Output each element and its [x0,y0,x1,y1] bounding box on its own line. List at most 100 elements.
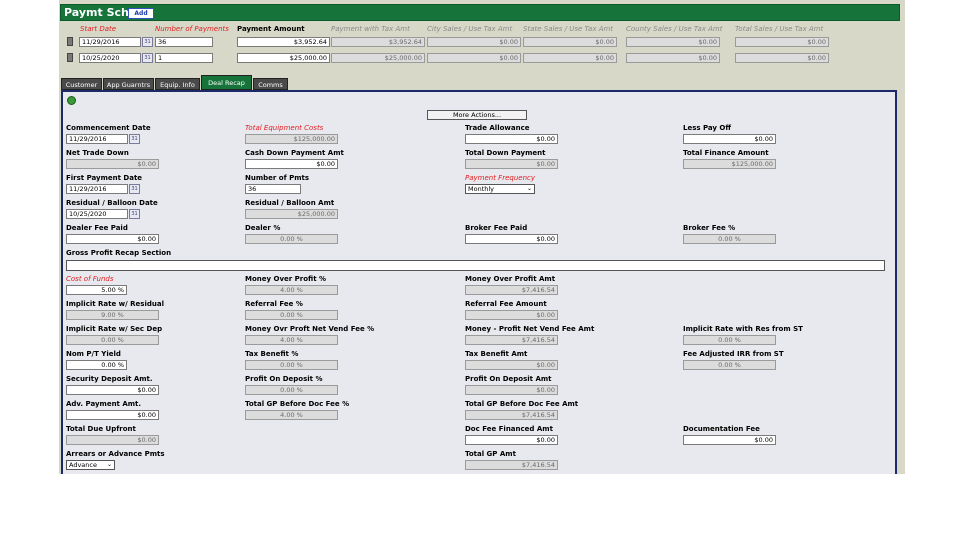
refresh-icon[interactable] [67,96,76,105]
row1-num-payments[interactable]: 36 [155,37,213,47]
col-payment-with-tax: Payment with Tax Amt [331,25,410,33]
trade-allowance-input[interactable]: $0.00 [465,134,558,144]
implicit-rate-residual-value: 9.00 % [66,310,159,320]
documentation-fee-label: Documentation Fee [683,425,760,433]
row1-payment-with-tax: $3,952.64 [331,37,425,47]
col-payment-amount: Payment Amount [237,25,305,33]
nom-pt-yield-label: Nom P/T Yield [66,350,121,358]
residual-date-input[interactable]: 10/25/2020 [66,209,128,219]
row1-total-tax: $0.00 [735,37,829,47]
col-number-of-payments: Number of Payments [155,25,229,33]
cash-down-label: Cash Down Payment Amt [245,149,344,157]
first-payment-date-label: First Payment Date [66,174,143,182]
gross-profit-notes-input[interactable] [66,260,885,271]
fee-adjusted-irr-label: Fee Adjusted IRR from ST [683,350,784,358]
arrears-advance-select[interactable]: Advance ⌄ [66,460,115,470]
money-over-profit-amt-value: $7,416.54 [465,285,558,295]
row1-city-tax: $0.00 [427,37,521,47]
row1-state-tax: $0.00 [523,37,617,47]
tab-equip-info[interactable]: Equip. Info [155,78,200,90]
delete-row-icon[interactable] [67,37,73,46]
row1-start-date[interactable]: 11/29/2016 [79,37,141,47]
calendar-icon[interactable]: 31 [129,184,140,194]
arrears-advance-label: Arrears or Advance Pmts [66,450,165,458]
payment-schedule-title: Paymt Schd [64,6,137,19]
row2-state-tax: $0.00 [523,53,617,63]
calendar-icon[interactable]: 31 [142,37,153,47]
col-state-tax: State Sales / Use Tax Amt [523,25,614,33]
cost-of-funds-label: Cost of Funds [66,275,114,283]
broker-fee-pct-label: Broker Fee % [683,224,736,232]
money-over-profit-pct-label: Money Over Profit % [245,275,327,283]
row2-payment-amount[interactable]: $25,000.00 [237,53,330,63]
col-total-tax: Total Sales / Use Tax Amt [735,25,824,33]
col-start-date: Start Date [80,25,117,33]
payment-frequency-label: Payment Frequency [465,174,536,182]
profit-on-deposit-pct-value: 0.00 % [245,385,338,395]
residual-amt-value: $25,000.00 [245,209,338,219]
row2-start-date[interactable]: 10/25/2020 [79,53,141,63]
calendar-icon[interactable]: 31 [142,53,153,63]
doc-fee-financed-input[interactable]: $0.00 [465,435,558,445]
adv-payment-input[interactable]: $0.00 [66,410,159,420]
row1-county-tax: $0.00 [626,37,720,47]
row1-payment-amount[interactable]: $3,952.64 [237,37,330,47]
implicit-rate-secdep-value: 0.00 % [66,335,159,345]
less-pay-off-input[interactable]: $0.00 [683,134,776,144]
broker-fee-paid-input[interactable]: $0.00 [465,234,558,244]
first-payment-date-input[interactable]: 11/29/2016 [66,184,128,194]
total-finance-value: $125,000.00 [683,159,776,169]
delete-row-icon[interactable] [67,53,73,62]
add-payment-button[interactable]: Add [128,8,154,19]
tab-comms[interactable]: Comms [253,78,288,90]
total-gp-before-amt-value: $7,416.54 [465,410,558,420]
total-gp-amt-label: Total GP Amt [465,450,516,458]
dealer-fee-paid-input[interactable]: $0.00 [66,234,159,244]
referral-fee-pct-value: 0.00 % [245,310,338,320]
implicit-rate-residual-label: Implicit Rate w/ Residual [66,300,164,308]
residual-date-label: Residual / Balloon Date [66,199,158,207]
calendar-icon[interactable]: 31 [129,134,140,144]
money-profit-vend-amt-value: $7,416.54 [465,335,558,345]
more-actions-button[interactable]: More Actions... [427,110,527,120]
cash-down-input[interactable]: $0.00 [245,159,338,169]
cost-of-funds-input[interactable]: 5.00 % [66,285,127,295]
documentation-fee-input[interactable]: $0.00 [683,435,776,445]
money-over-profit-amt-label: Money Over Profit Amt [465,275,556,283]
money-ovr-vend-pct-label: Money Ovr Proft Net Vend Fee % [245,325,375,333]
chevron-down-icon: ⌄ [106,461,112,468]
fee-adjusted-irr-value: 0.00 % [683,360,776,370]
nom-pt-yield-input[interactable]: 0.00 % [66,360,127,370]
doc-fee-financed-label: Doc Fee Financed Amt [465,425,553,433]
number-of-pmts-input[interactable]: 36 [245,184,301,194]
tax-benefit-amt-label: Tax Benefit Amt [465,350,528,358]
row2-city-tax: $0.00 [427,53,521,63]
number-of-pmts-label: Number of Pmts [245,174,310,182]
money-profit-vend-amt-label: Money - Profit Net Vend Fee Amt [465,325,595,333]
col-city-tax: City Sales / Use Tax Amt [427,25,513,33]
broker-fee-pct-value: 0.00 % [683,234,776,244]
arrears-advance-value: Advance [69,461,97,469]
tax-benefit-amt-value: $0.00 [465,360,558,370]
security-deposit-input[interactable]: $0.00 [66,385,159,395]
total-gp-before-pct-label: Total GP Before Doc Fee % [245,400,350,408]
col-county-tax: County Sales / Use Tax Amt [626,25,723,33]
referral-fee-pct-label: Referral Fee % [245,300,303,308]
less-pay-off-label: Less Pay Off [683,124,732,132]
total-down-label: Total Down Payment [465,149,546,157]
row2-num-payments[interactable]: 1 [155,53,213,63]
calendar-icon[interactable]: 31 [129,209,140,219]
tab-deal-recap[interactable]: Deal Recap [201,75,252,90]
tab-customer[interactable]: Customer [61,78,102,90]
tab-app-guarntrs[interactable]: App Guarntrs [103,78,154,90]
trade-allowance-label: Trade Allowance [465,124,530,132]
commencement-date-input[interactable]: 11/29/2016 [66,134,128,144]
chevron-down-icon: ⌄ [526,185,532,192]
payment-schedule-header: Paymt Schd Add [60,4,900,21]
implicit-rate-res-st-label: Implicit Rate with Res from ST [683,325,803,333]
total-due-upfront-value: $0.00 [66,435,159,445]
net-trade-down-value: $0.00 [66,159,159,169]
payment-frequency-select[interactable]: Monthly ⌄ [465,184,535,194]
profit-on-deposit-amt-value: $0.00 [465,385,558,395]
residual-amt-label: Residual / Balloon Amt [245,199,335,207]
